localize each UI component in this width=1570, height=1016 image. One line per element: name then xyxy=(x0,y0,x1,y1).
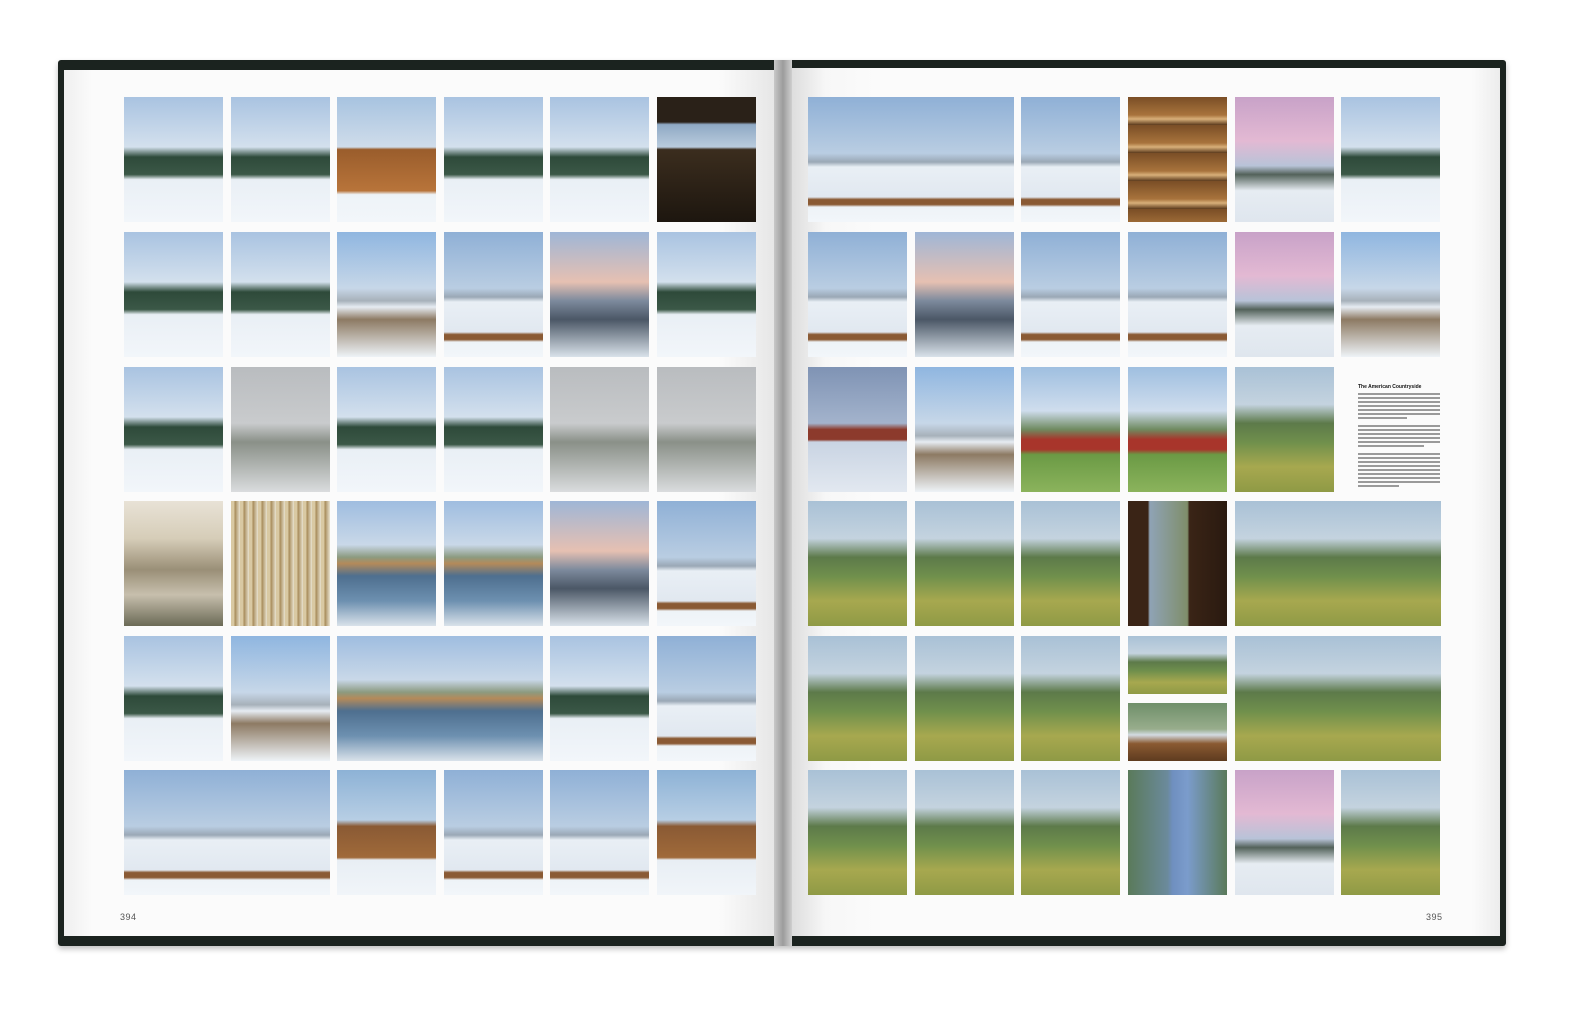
photo-frosted-tree-on-hill xyxy=(657,232,756,357)
photo-orange-cabin-in-fog xyxy=(231,367,330,492)
photo-horse-by-power-pole xyxy=(657,501,756,626)
photo-horse-in-snowy-paddock xyxy=(1128,232,1227,357)
photo-cowboy-boots-rack xyxy=(1128,97,1227,222)
photo-rider-in-snowfield xyxy=(550,770,649,895)
text-line xyxy=(1358,441,1440,443)
book-gutter xyxy=(774,60,792,946)
photo-fenced-snowy-pasture xyxy=(550,636,649,761)
photo-red-barn-green-meadow xyxy=(1128,367,1227,492)
photo-snow-covered-fir-trees xyxy=(231,97,330,222)
photo-horses-in-snow-field xyxy=(124,770,330,895)
photo-wooden-barn-with-fence xyxy=(915,501,1014,626)
photo-van-in-meadow xyxy=(1341,770,1440,895)
photo-country-road-power-lines xyxy=(915,770,1014,895)
sidebar-text-block: The American Countryside xyxy=(1358,384,1440,489)
photo-valley-town-aerial xyxy=(124,501,223,626)
text-line xyxy=(1358,401,1440,403)
photo-foggy-frozen-forest xyxy=(550,367,649,492)
photo-snowy-hillside-trees xyxy=(124,367,223,492)
photo-mountain-at-sunset xyxy=(1235,770,1334,895)
text-line xyxy=(1358,437,1440,439)
photo-mountain-town-at-dusk xyxy=(550,232,649,357)
photo-lone-fir-in-fog xyxy=(657,367,756,492)
photo-rider-on-trail xyxy=(1021,636,1120,761)
photo-chairlift-over-slope xyxy=(124,232,223,357)
photo-old-cabin-in-meadow xyxy=(1021,501,1120,626)
text-line xyxy=(1358,461,1440,463)
photo-horse-behind-fence xyxy=(444,232,543,357)
photo-creek-with-shrubs xyxy=(444,501,543,626)
text-line xyxy=(1358,465,1440,467)
photo-lodge-interior-window xyxy=(657,97,756,222)
photo-cowboys-riding-in-snow xyxy=(808,97,1014,222)
photo-rider-on-snow-plain xyxy=(1021,97,1120,222)
photo-pink-sky-over-mountains xyxy=(1235,97,1334,222)
photo-summer-meadow-hay-bales xyxy=(1235,367,1334,492)
photo-red-barn-in-valley xyxy=(1021,367,1120,492)
photo-ski-lift-in-snowy-forest xyxy=(550,97,649,222)
text-line xyxy=(1358,393,1440,395)
photo-mountain-lake-reflection xyxy=(337,636,543,761)
left-page-number: 394 xyxy=(120,912,137,922)
photo-horse-lying-in-snow xyxy=(1021,232,1120,357)
photo-pink-sunset-over-valley xyxy=(1235,232,1334,357)
photo-green-field-at-dusk xyxy=(808,770,907,895)
text-line xyxy=(1358,469,1440,471)
photo-plowed-country-road xyxy=(231,636,330,761)
photo-red-barn-in-snowstorm xyxy=(808,367,907,492)
photo-horses-in-snowfield xyxy=(444,770,543,895)
photo-snowy-valley-road xyxy=(337,232,436,357)
text-line xyxy=(1358,473,1440,475)
photo-frozen-lake-at-dawn xyxy=(550,501,649,626)
photo-snowy-mountain-range xyxy=(444,367,543,492)
photo-snowy-rural-road xyxy=(915,367,1014,492)
photo-horses-on-green-slope xyxy=(808,636,907,761)
text-line xyxy=(1358,481,1440,483)
photo-cabin-window-view xyxy=(1128,501,1227,626)
photo-horses-by-wooden-fence xyxy=(1235,636,1441,761)
photo-ski-lodge-cabin xyxy=(337,97,436,222)
photo-horses-at-dusk xyxy=(915,232,1014,357)
text-line xyxy=(1358,409,1440,411)
photo-snowy-field-row-trees xyxy=(124,636,223,761)
photo-rider-boots-close-up xyxy=(657,770,756,895)
photo-woman-with-straw-hat xyxy=(1128,770,1227,895)
sidebar-heading: The American Countryside xyxy=(1358,384,1422,390)
photo-road-through-valley xyxy=(1341,232,1440,357)
photo-riders-crossing-meadow xyxy=(1235,501,1441,626)
text-line xyxy=(1358,397,1440,399)
text-line xyxy=(1358,445,1424,447)
photo-horse-grazing-in-snow xyxy=(657,636,756,761)
text-line xyxy=(1358,477,1440,479)
text-line xyxy=(1358,405,1440,407)
photo-skier-on-slope xyxy=(444,97,543,222)
photo-evergreen-forest xyxy=(337,367,436,492)
photo-hat-on-truck-dash xyxy=(1128,703,1227,761)
text-line xyxy=(1358,433,1440,435)
photo-horses-running-in-snow xyxy=(808,232,907,357)
text-line xyxy=(1358,413,1440,415)
photo-snowy-forest-trail xyxy=(231,232,330,357)
text-line xyxy=(1358,417,1408,419)
photo-icy-river-bend xyxy=(337,501,436,626)
photo-person-by-mountain-lake xyxy=(1021,770,1120,895)
photo-snowy-pine-forest xyxy=(124,97,223,222)
text-line xyxy=(1358,425,1440,427)
text-line xyxy=(1358,453,1440,455)
photo-green-mountain-pasture xyxy=(808,501,907,626)
text-line xyxy=(1358,485,1399,487)
text-line xyxy=(1358,429,1440,431)
photo-aspen-grove-in-snow xyxy=(231,501,330,626)
photo-barn-and-pasture xyxy=(1341,97,1440,222)
text-line xyxy=(1358,457,1440,459)
photo-corral-in-valley xyxy=(915,636,1014,761)
photo-cowboy-on-fence xyxy=(1128,636,1227,694)
right-page-number: 395 xyxy=(1426,912,1443,922)
photo-saddled-horse-by-trailer xyxy=(337,770,436,895)
